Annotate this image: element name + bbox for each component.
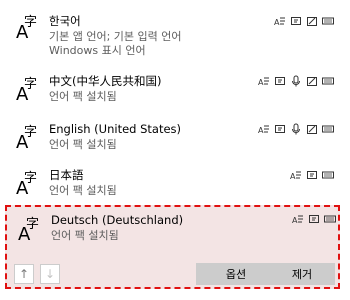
text-to-speech-icon: A (258, 75, 270, 87)
svg-text:A: A (258, 78, 264, 87)
handwriting-icon (306, 15, 318, 27)
language-item-chinese[interactable]: A 字 中文(中华人民共和国) 언어 팩 설치됨 A (0, 70, 350, 110)
options-button[interactable]: 옵션 (196, 263, 276, 285)
language-item-korean[interactable]: A 字 한국어 기본 앱 언어; 기본 입력 언어 Windows 표시 언어 … (0, 10, 350, 60)
svg-text:A: A (292, 216, 298, 225)
language-name: Deutsch (Deutschland) (51, 213, 184, 227)
language-status: 언어 팩 설치됨 (49, 184, 117, 197)
language-icon: A 字 (16, 126, 44, 152)
language-pack-icon (290, 15, 302, 27)
language-icon: A 字 (18, 218, 46, 244)
language-name: 한국어 (49, 14, 81, 28)
svg-text:A: A (290, 172, 296, 181)
keyboard-icon (322, 75, 334, 87)
feature-icons: A (286, 169, 334, 181)
language-pack-icon (306, 169, 318, 181)
language-icon-zi: 字 (24, 77, 38, 92)
feature-icons: A (288, 213, 336, 225)
arrow-down-icon: ↓ (44, 267, 56, 281)
language-icon: A 字 (16, 172, 44, 198)
language-icon: A 字 (16, 16, 44, 42)
remove-button[interactable]: 제거 (269, 263, 335, 285)
keyboard-icon (322, 123, 334, 135)
language-name: English (United States) (49, 122, 182, 136)
language-pack-icon (274, 123, 286, 135)
keyboard-icon (322, 15, 334, 27)
speech-recognition-icon (290, 75, 302, 87)
keyboard-icon (322, 169, 334, 181)
language-status: 기본 앱 언어; 기본 입력 언어 (49, 30, 182, 43)
language-pack-icon (274, 75, 286, 87)
language-status: 언어 팩 설치됨 (51, 229, 119, 242)
text-to-speech-icon: A (258, 123, 270, 135)
language-icon-zi: 字 (24, 171, 38, 186)
svg-text:A: A (274, 18, 280, 27)
language-status: 언어 팩 설치됨 (49, 90, 117, 103)
text-to-speech-icon: A (274, 15, 286, 27)
language-status-display: Windows 표시 언어 (49, 44, 146, 57)
feature-icons: A (270, 15, 334, 27)
move-up-button[interactable]: ↑ (14, 264, 34, 284)
language-pack-icon (308, 213, 320, 225)
speech-recognition-icon (290, 123, 302, 135)
language-item-japanese[interactable]: A 字 日本語 언어 팩 설치됨 A (0, 164, 350, 204)
language-icon-zi: 字 (26, 217, 40, 232)
handwriting-icon (306, 75, 318, 87)
svg-text:A: A (258, 126, 264, 135)
feature-icons: A (254, 75, 334, 87)
move-down-button[interactable]: ↓ (40, 264, 60, 284)
language-icon-zi: 字 (24, 15, 38, 30)
language-name: 中文(中华人民共和国) (49, 74, 162, 88)
language-name: 日本語 (49, 168, 84, 182)
text-to-speech-icon: A (290, 169, 302, 181)
feature-icons: A (254, 123, 334, 135)
language-status: 언어 팩 설치됨 (49, 138, 117, 151)
handwriting-icon (306, 123, 318, 135)
text-to-speech-icon: A (292, 213, 304, 225)
arrow-up-icon: ↑ (18, 267, 30, 281)
language-icon-zi: 字 (24, 125, 38, 140)
language-icon: A 字 (16, 78, 44, 104)
language-item-english[interactable]: A 字 English (United States) 언어 팩 설치됨 A (0, 118, 350, 158)
keyboard-icon (324, 213, 336, 225)
